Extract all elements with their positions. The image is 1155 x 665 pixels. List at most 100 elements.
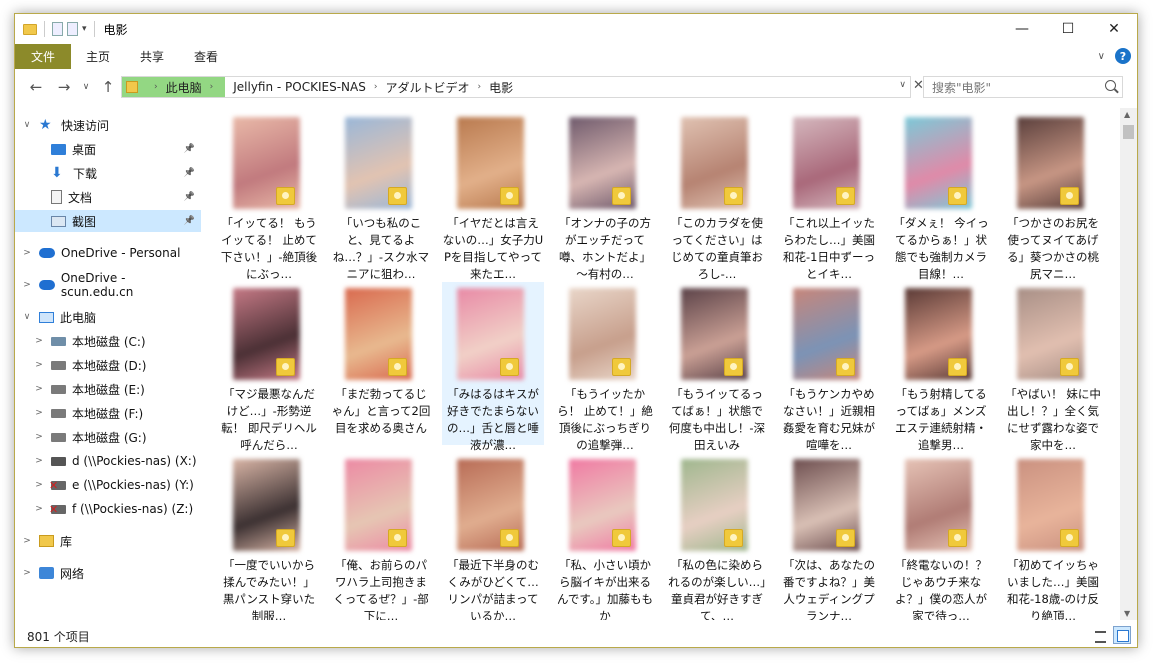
close-button[interactable]: ✕ xyxy=(1091,14,1137,44)
tab-file[interactable]: 文件 xyxy=(15,44,72,69)
expand-chevron-icon[interactable]: > xyxy=(33,384,45,394)
sidebar-item[interactable]: > 本地磁盘 (F:) xyxy=(15,402,201,424)
minimize-button[interactable]: — xyxy=(999,14,1045,44)
file-name: 「みはるはキスが好きでたまらないの…」舌と唇と唾液が濃… xyxy=(447,387,539,452)
expand-chevron-icon[interactable]: > xyxy=(33,336,45,346)
file-item[interactable]: 「みはるはキスが好きでたまらないの…」舌と唇と唾液が濃… xyxy=(442,282,544,452)
file-name: 「私の色に染められるのが楽しい…」童貞君が好きすぎて、… xyxy=(668,558,766,620)
tab-share[interactable]: 共享 xyxy=(125,44,179,69)
expand-chevron-icon[interactable]: ∨ xyxy=(21,120,33,130)
file-item[interactable]: 「次は、あなたの番ですよね？」美人ウェディングプランナ… xyxy=(778,453,880,620)
expand-chevron-icon[interactable]: > xyxy=(33,504,45,514)
file-item[interactable]: 「俺、お前らのパワハラ上司抱きまくってるぜ？」-部下に… xyxy=(330,453,432,620)
sidebar-item[interactable]: > 本地磁盘 (D:) xyxy=(15,354,201,376)
expand-chevron-icon[interactable]: ∨ xyxy=(21,312,33,322)
sidebar-item-label: 本地磁盘 (G:) xyxy=(72,430,147,445)
customize-toolbar-icon[interactable]: ▾ xyxy=(82,24,87,34)
address-bar[interactable]: › 此电脑 › Jellyfin - POCKIES-NAS › アダルトビデオ… xyxy=(121,76,911,98)
sidebar-item[interactable]: ∨ ★ 快速访问 xyxy=(15,114,201,136)
file-item[interactable]: 「もうイッてるってばぁ！」状態で何度も中出し！-深田えいみ xyxy=(666,282,768,452)
up-arrow-icon[interactable]: ↑ xyxy=(97,78,119,96)
file-item[interactable]: 「最近下半身のむくみがひどくて…リンパが詰まっているか… xyxy=(442,453,544,620)
sidebar-item[interactable]: > OneDrive - scun.edu.cn xyxy=(15,271,201,299)
file-item[interactable]: 「つかさのお尻を使ってヌイてあげる」葵つかさの桃尻マニ… xyxy=(1002,111,1104,281)
expand-chevron-icon[interactable]: > xyxy=(33,456,45,466)
file-item[interactable]: 「オンナの子の方がエッチだって噂、ホントだよ」～有村の… xyxy=(554,111,656,281)
expand-chevron-icon[interactable]: > xyxy=(21,568,33,578)
expand-chevron-icon[interactable]: > xyxy=(33,432,45,442)
expand-chevron-icon[interactable]: > xyxy=(21,280,33,290)
sidebar-item[interactable]: ∨ 此电脑 xyxy=(15,306,201,328)
sidebar-item[interactable]: 桌面 📌 xyxy=(15,138,201,160)
back-arrow-icon[interactable]: ← xyxy=(25,78,47,96)
file-item[interactable]: 「終電ないの！？ じゃあウチ来なよ？」僕の恋人が家で待っ… xyxy=(890,453,992,620)
breadcrumb-movies[interactable]: 电影 xyxy=(489,79,513,96)
maximize-button[interactable]: ☐ xyxy=(1045,14,1091,44)
sidebar-item[interactable]: > OneDrive - Personal xyxy=(15,242,201,264)
file-item[interactable]: 「いつも私のこと、見てるよね…？」-スク水マニアに狙わ… xyxy=(330,111,432,281)
media-overlay-icon xyxy=(836,358,855,376)
file-item[interactable]: 「マジ最悪なんだけど…」-形勢逆転！ 即尺デリヘル呼んだら… xyxy=(218,282,320,452)
file-item[interactable]: 「イヤだとは言えないの…」女子力UPを目指してやって来たエ… xyxy=(442,111,544,281)
expand-chevron-icon[interactable]: > xyxy=(21,248,33,258)
file-item[interactable]: 「一度でいいから揉んでみたい！」黒パンスト穿いた制服… xyxy=(218,453,320,620)
sidebar-item[interactable]: > 网络 xyxy=(15,562,201,584)
file-item[interactable]: 「初めてイッちゃいました…」美園和花-18歳-のけ反り絶頂… xyxy=(1002,453,1104,620)
media-overlay-icon xyxy=(612,529,631,547)
sidebar-item[interactable]: ⬇ 下载 📌 xyxy=(15,162,201,184)
file-item[interactable]: 「やばい！ 妹に中出し！？」全く気にせず露わな姿で家中を… xyxy=(1002,282,1104,452)
file-item[interactable]: 「これ以上イッたらわたし…」美園和花-1日中ずーっとイキ… xyxy=(778,111,880,281)
expand-chevron-icon[interactable]: > xyxy=(21,536,33,546)
expand-chevron-icon[interactable]: > xyxy=(33,408,45,418)
new-folder-icon[interactable] xyxy=(67,22,78,36)
sidebar-item[interactable]: > f (\\Pockies-nas) (Z:) xyxy=(15,498,201,520)
file-item[interactable]: 「私、小さい頃から脳イキが出来るんです。」加藤ももか xyxy=(554,453,656,620)
sidebar-item[interactable]: > 库 xyxy=(15,530,201,552)
details-view-icon[interactable] xyxy=(1091,626,1109,644)
scroll-down-icon[interactable]: ▼ xyxy=(1124,609,1130,618)
drive-icon xyxy=(51,384,66,394)
chevron-right-icon[interactable]: › xyxy=(154,82,158,92)
sidebar-item[interactable]: > e (\\Pockies-nas) (Y:) xyxy=(15,474,201,496)
drive-icon xyxy=(51,360,66,370)
expand-ribbon-icon[interactable]: ∨ xyxy=(1098,51,1105,62)
sidebar-item[interactable]: 截图 📌 xyxy=(15,210,201,232)
chevron-right-icon[interactable]: › xyxy=(210,82,214,92)
sidebar-item[interactable]: > 本地磁盘 (C:) xyxy=(15,330,201,352)
file-item[interactable]: 「もうケンカやめなさい！」近親相姦愛を育む兄妹が喧嘩を… xyxy=(778,282,880,452)
large-icons-view-icon[interactable] xyxy=(1113,626,1131,644)
file-item[interactable]: 「もうイッたから！ 止めて！」絶頂後にぶっちぎりの追撃弾… xyxy=(554,282,656,452)
file-item[interactable]: 「もう射精してるってばぁ」メンズエステ連続射精・追撃男… xyxy=(890,282,992,452)
pin-icon: 📌 xyxy=(183,216,195,226)
file-item[interactable]: 「私の色に染められるのが楽しい…」童貞君が好きすぎて、… xyxy=(666,453,768,620)
search-input[interactable]: 搜索"电影" xyxy=(923,76,1123,98)
chevron-right-icon[interactable]: › xyxy=(374,82,378,92)
tab-view[interactable]: 查看 xyxy=(179,44,233,69)
chevron-right-icon[interactable]: › xyxy=(477,82,481,92)
forward-arrow-icon[interactable]: → xyxy=(53,78,75,96)
sidebar-item[interactable]: > 本地磁盘 (G:) xyxy=(15,426,201,448)
file-item[interactable]: 「まだ勃ってるじゃん」と言って2回目を求める奥さん xyxy=(330,282,432,445)
recent-locations-icon[interactable]: ∨ xyxy=(81,82,91,92)
search-icon[interactable] xyxy=(1105,80,1116,91)
scrollbar-thumb[interactable] xyxy=(1123,125,1134,139)
breadcrumb-this-pc[interactable]: 此电脑 xyxy=(166,79,202,96)
properties-icon[interactable] xyxy=(52,22,63,36)
expand-chevron-icon[interactable]: > xyxy=(33,480,45,490)
expand-chevron-icon[interactable]: > xyxy=(33,360,45,370)
file-item[interactable]: 「このカラダを使ってください」はじめての童貞筆おろし-… xyxy=(666,111,768,281)
file-item[interactable]: 「イッてる！ もうイッてる！ 止めて下さい！」-絶頂後にぶっ… xyxy=(218,111,320,281)
tab-home[interactable]: 主页 xyxy=(71,44,125,69)
sidebar-item[interactable]: 文档 📌 xyxy=(15,186,201,208)
file-item[interactable]: 「ダメぇ！ 今イってるからぁ！」状態でも強制カメラ目線！… xyxy=(890,111,992,281)
address-dropdown-icon[interactable]: ∨ xyxy=(899,80,906,90)
vertical-scrollbar[interactable]: ▲ ▼ xyxy=(1120,108,1137,620)
scroll-up-icon[interactable]: ▲ xyxy=(1124,110,1130,119)
file-name: 「次は、あなたの番ですよね？」美人ウェディングプランナ… xyxy=(783,558,875,620)
breadcrumb-adult-video[interactable]: アダルトビデオ xyxy=(385,79,469,96)
help-icon[interactable]: ? xyxy=(1115,48,1131,64)
sidebar-item[interactable]: > 本地磁盘 (E:) xyxy=(15,378,201,400)
breadcrumb-jellyfin[interactable]: Jellyfin - POCKIES-NAS xyxy=(233,80,366,94)
quick-access-toolbar: ▾ xyxy=(23,21,98,37)
sidebar-item[interactable]: > d (\\Pockies-nas) (X:) xyxy=(15,450,201,472)
